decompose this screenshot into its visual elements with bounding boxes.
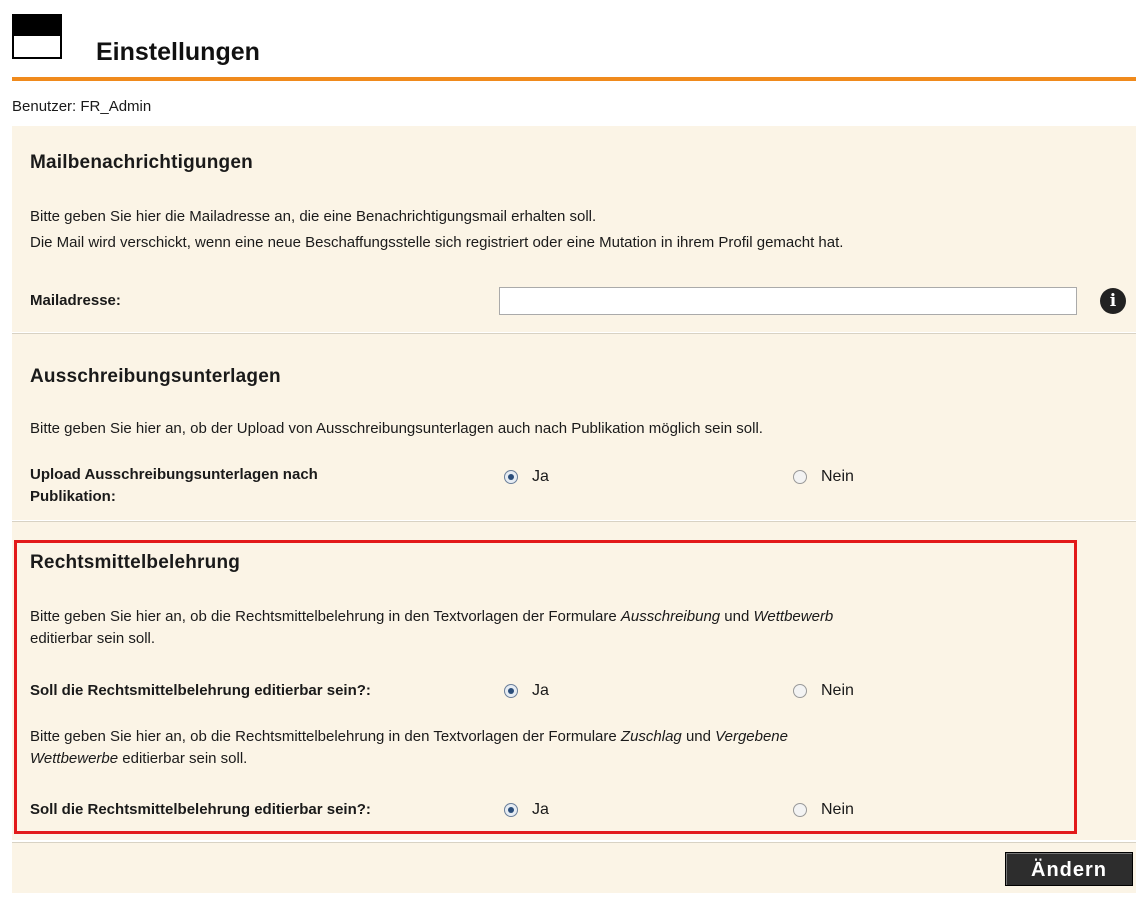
page-title: Einstellungen [96, 38, 260, 66]
radio-yes-label: Ja [532, 468, 549, 485]
current-user: Benutzer: FR_Admin [12, 98, 152, 115]
radio-no-label: Nein [821, 468, 854, 485]
info-icon[interactable]: i [1100, 288, 1126, 314]
mail-address-input[interactable] [499, 287, 1077, 315]
mail-address-label: Mailadresse: [30, 292, 121, 309]
upload-label-line1: Upload Ausschreibungsunterlagen nach [30, 466, 318, 483]
upload-label: Upload Ausschreibungsunterlagen nach Pub… [30, 464, 318, 508]
upload-description: Bitte geben Sie hier an, ob der Upload v… [30, 420, 763, 437]
submit-button[interactable]: Ändern [1005, 852, 1133, 886]
highlight-frame [14, 540, 1077, 834]
upload-heading: Ausschreibungsunterlagen [30, 366, 281, 387]
upload-radio-no[interactable]: Nein [793, 468, 854, 486]
app-logo [12, 14, 62, 60]
mail-description-2: Die Mail wird verschickt, wenn eine neue… [30, 234, 844, 251]
upload-radio-yes[interactable]: Ja [504, 468, 549, 486]
mail-heading: Mailbenachrichtigungen [30, 152, 253, 173]
upload-label-line2: Publikation: [30, 488, 116, 505]
header-divider [12, 77, 1136, 81]
radio-unselected-icon [793, 470, 807, 484]
mail-description-1: Bitte geben Sie hier die Mailadresse an,… [30, 208, 597, 225]
action-bar [12, 843, 1136, 893]
radio-selected-icon [504, 470, 518, 484]
